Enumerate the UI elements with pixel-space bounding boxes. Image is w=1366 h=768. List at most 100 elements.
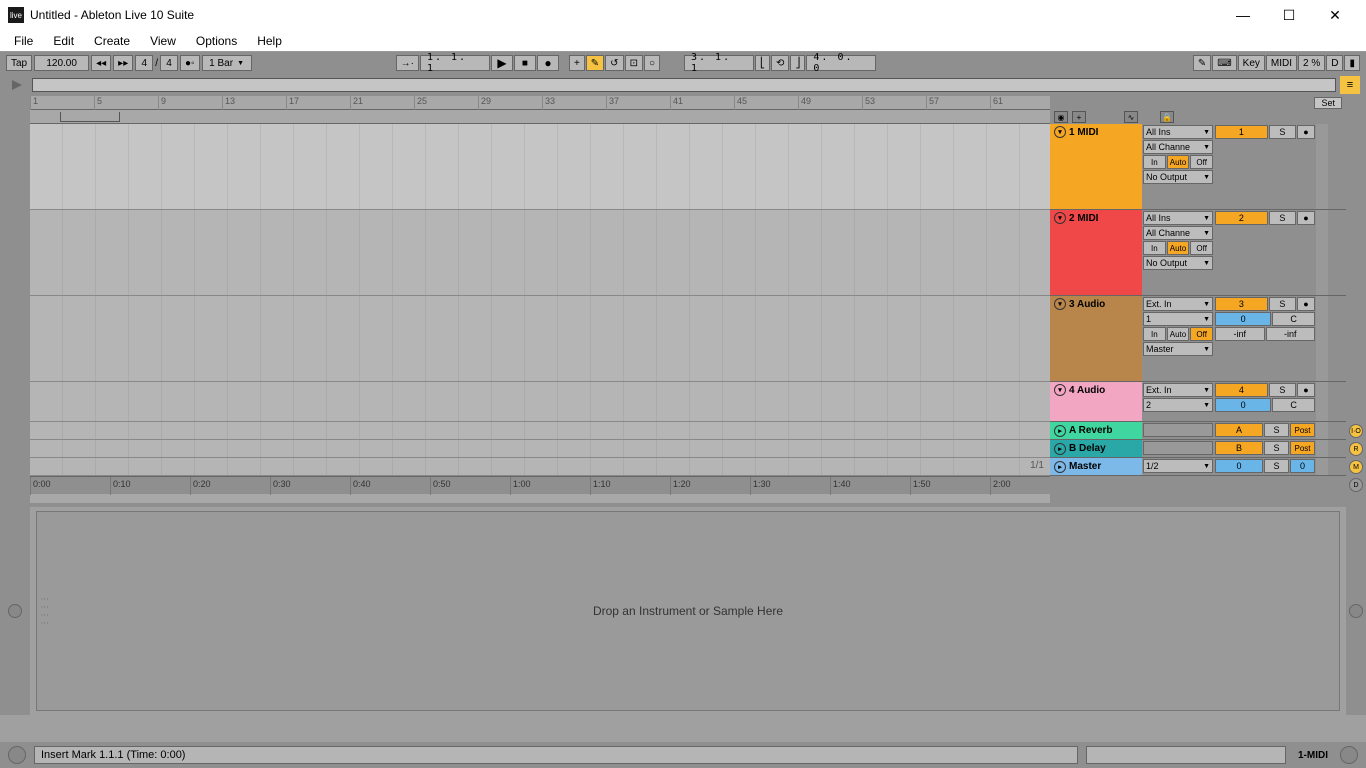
input-type-select[interactable]: Ext. In▼ xyxy=(1143,383,1213,397)
output-select[interactable]: No Output▼ xyxy=(1143,170,1213,184)
track-activator[interactable]: 4 xyxy=(1215,383,1268,397)
track-lane-1[interactable] xyxy=(30,124,1050,210)
computer-midi-keyboard-button[interactable]: ⌨ xyxy=(1212,55,1236,71)
track-activator[interactable]: 3 xyxy=(1215,297,1268,311)
monitor-off-button[interactable]: Off xyxy=(1190,155,1213,169)
monitor-auto-button[interactable]: Auto xyxy=(1167,327,1190,341)
pan[interactable]: C xyxy=(1272,312,1315,326)
master-volume[interactable]: 0 xyxy=(1215,459,1263,473)
track-activator[interactable]: A xyxy=(1215,423,1263,437)
post-button[interactable]: Post xyxy=(1290,441,1315,455)
loop-brace-region[interactable] xyxy=(30,110,1050,124)
back-to-arrangement-icon[interactable]: ◉ xyxy=(1054,111,1068,123)
fold-button[interactable]: ▸ xyxy=(1054,461,1066,473)
arm-button[interactable]: ● xyxy=(1297,297,1315,311)
io-section-toggle[interactable]: I·O xyxy=(1349,424,1363,438)
midi-map-button[interactable]: MIDI xyxy=(1266,55,1297,71)
solo-button[interactable]: S xyxy=(1264,459,1289,473)
monitor-off-button[interactable]: Off xyxy=(1190,241,1213,255)
automation-envelope-icon[interactable]: ∿ xyxy=(1124,111,1138,123)
fold-button[interactable]: ▸ xyxy=(1054,443,1066,455)
input-channel-select[interactable]: All Channe▼ xyxy=(1143,226,1213,240)
stop-button[interactable]: ■ xyxy=(514,55,536,71)
menu-options[interactable]: Options xyxy=(186,34,247,48)
input-type-select[interactable]: Ext. In▼ xyxy=(1143,297,1213,311)
solo-button[interactable]: S xyxy=(1269,383,1296,397)
session-arrangement-toggle[interactable]: ≡ xyxy=(1340,76,1360,94)
arrangement-position[interactable]: 1. 1. 1 xyxy=(420,55,490,71)
session-record-button[interactable]: ○ xyxy=(644,55,660,71)
delay-section-toggle[interactable]: D xyxy=(1349,478,1363,492)
draw-mode-button[interactable]: ✎ xyxy=(1193,55,1211,71)
input-channel-select[interactable]: 2▼ xyxy=(1143,398,1213,412)
device-drop-area[interactable]: ⋮⋮⋮⋮ Drop an Instrument or Sample Here xyxy=(36,511,1340,711)
follow-button[interactable]: →· xyxy=(396,55,419,71)
sig-numerator[interactable]: 4 xyxy=(135,55,153,71)
maximize-button[interactable]: ☐ xyxy=(1266,0,1312,30)
volume[interactable]: 0 xyxy=(1215,398,1271,412)
master-header[interactable]: ▸Master 1/2▼ 0 S 0 xyxy=(1050,458,1346,476)
menu-create[interactable]: Create xyxy=(84,34,140,48)
loop-start[interactable]: 3. 1. 1 xyxy=(684,55,754,71)
capture-button[interactable]: ⊡ xyxy=(625,55,643,71)
cue-volume[interactable]: 0 xyxy=(1290,459,1315,473)
mixer-section-toggle[interactable]: M xyxy=(1349,460,1363,474)
track-header-3-audio[interactable]: ▾3 Audio Ext. In▼ 1▼ In Auto Off Master▼… xyxy=(1050,296,1346,382)
play-button[interactable]: ▶ xyxy=(491,55,513,71)
menu-file[interactable]: File xyxy=(4,34,43,48)
track-activator[interactable]: 1 xyxy=(1215,125,1268,139)
loop-length[interactable]: 4. 0. 0 xyxy=(806,55,876,71)
overdub-button[interactable]: + xyxy=(569,55,585,71)
output-select[interactable]: No Output▼ xyxy=(1143,256,1213,270)
monitor-in-button[interactable]: In xyxy=(1143,155,1166,169)
fold-button[interactable]: ▾ xyxy=(1054,126,1066,138)
menu-edit[interactable]: Edit xyxy=(43,34,84,48)
solo-button[interactable]: S xyxy=(1269,297,1296,311)
bar-ruler[interactable]: 15913172125293337414549535761 xyxy=(30,96,1050,110)
overload-indicator[interactable]: D xyxy=(1326,55,1343,71)
return-lane-a[interactable] xyxy=(30,422,1050,440)
return-section-toggle[interactable]: R xyxy=(1349,442,1363,456)
fold-button[interactable]: ▾ xyxy=(1054,212,1066,224)
fold-button[interactable]: ▾ xyxy=(1054,384,1066,396)
loop-switch[interactable]: ⟲ xyxy=(771,55,789,71)
solo-button[interactable]: S xyxy=(1269,125,1296,139)
track-header-4-audio[interactable]: ▾4 Audio Ext. In▼ 2▼ 4 S ● 0 C xyxy=(1050,382,1346,422)
send-a[interactable]: -inf xyxy=(1215,327,1265,341)
menu-view[interactable]: View xyxy=(140,34,186,48)
send-b[interactable]: -inf xyxy=(1266,327,1316,341)
quantize-select[interactable]: 1 Bar▼ xyxy=(202,55,252,71)
arrangement-timeline[interactable]: 15913172125293337414549535761 1/1 0:000:… xyxy=(30,96,1050,503)
track-activator[interactable]: 2 xyxy=(1215,211,1268,225)
input-channel-select[interactable]: All Channe▼ xyxy=(1143,140,1213,154)
track-activator[interactable]: B xyxy=(1215,441,1263,455)
monitor-off-button[interactable]: Off xyxy=(1190,327,1213,341)
clip-detail-toggle[interactable] xyxy=(1349,604,1363,618)
solo-button[interactable]: S xyxy=(1269,211,1296,225)
nudge-up-button[interactable]: ▸▸ xyxy=(113,55,133,71)
punch-out-button[interactable]: ⎦ xyxy=(790,55,805,71)
lock-envelope-icon[interactable]: 🔒 xyxy=(1160,111,1174,123)
arrangement-overview[interactable] xyxy=(32,78,1336,92)
arm-button[interactable]: ● xyxy=(1297,383,1315,397)
menu-help[interactable]: Help xyxy=(247,34,292,48)
tap-tempo-button[interactable]: Tap xyxy=(6,55,32,71)
set-marker-button[interactable]: Set xyxy=(1314,97,1342,109)
master-lane[interactable]: 1/1 xyxy=(30,458,1050,476)
input-channel-select[interactable]: 1▼ xyxy=(1143,312,1213,326)
monitor-in-button[interactable]: In xyxy=(1143,327,1166,341)
sig-denominator[interactable]: 4 xyxy=(160,55,178,71)
close-button[interactable]: ✕ xyxy=(1312,0,1358,30)
track-header-2-midi[interactable]: ▾2 MIDI All Ins▼ All Channe▼ In Auto Off… xyxy=(1050,210,1346,296)
help-view-toggle[interactable] xyxy=(8,746,26,764)
monitor-in-button[interactable]: In xyxy=(1143,241,1166,255)
track-lane-4[interactable] xyxy=(30,382,1050,422)
tempo-field[interactable]: 120.00 xyxy=(34,55,89,71)
status-right-toggle[interactable] xyxy=(1340,746,1358,764)
solo-button[interactable]: S xyxy=(1264,423,1289,437)
return-header-b[interactable]: ▸B Delay B S Post xyxy=(1050,440,1346,458)
monitor-auto-button[interactable]: Auto xyxy=(1167,241,1190,255)
nudge-down-button[interactable]: ◂◂ xyxy=(91,55,111,71)
punch-in-button[interactable]: ⎣ xyxy=(755,55,770,71)
master-output-select[interactable]: 1/2▼ xyxy=(1143,459,1213,473)
